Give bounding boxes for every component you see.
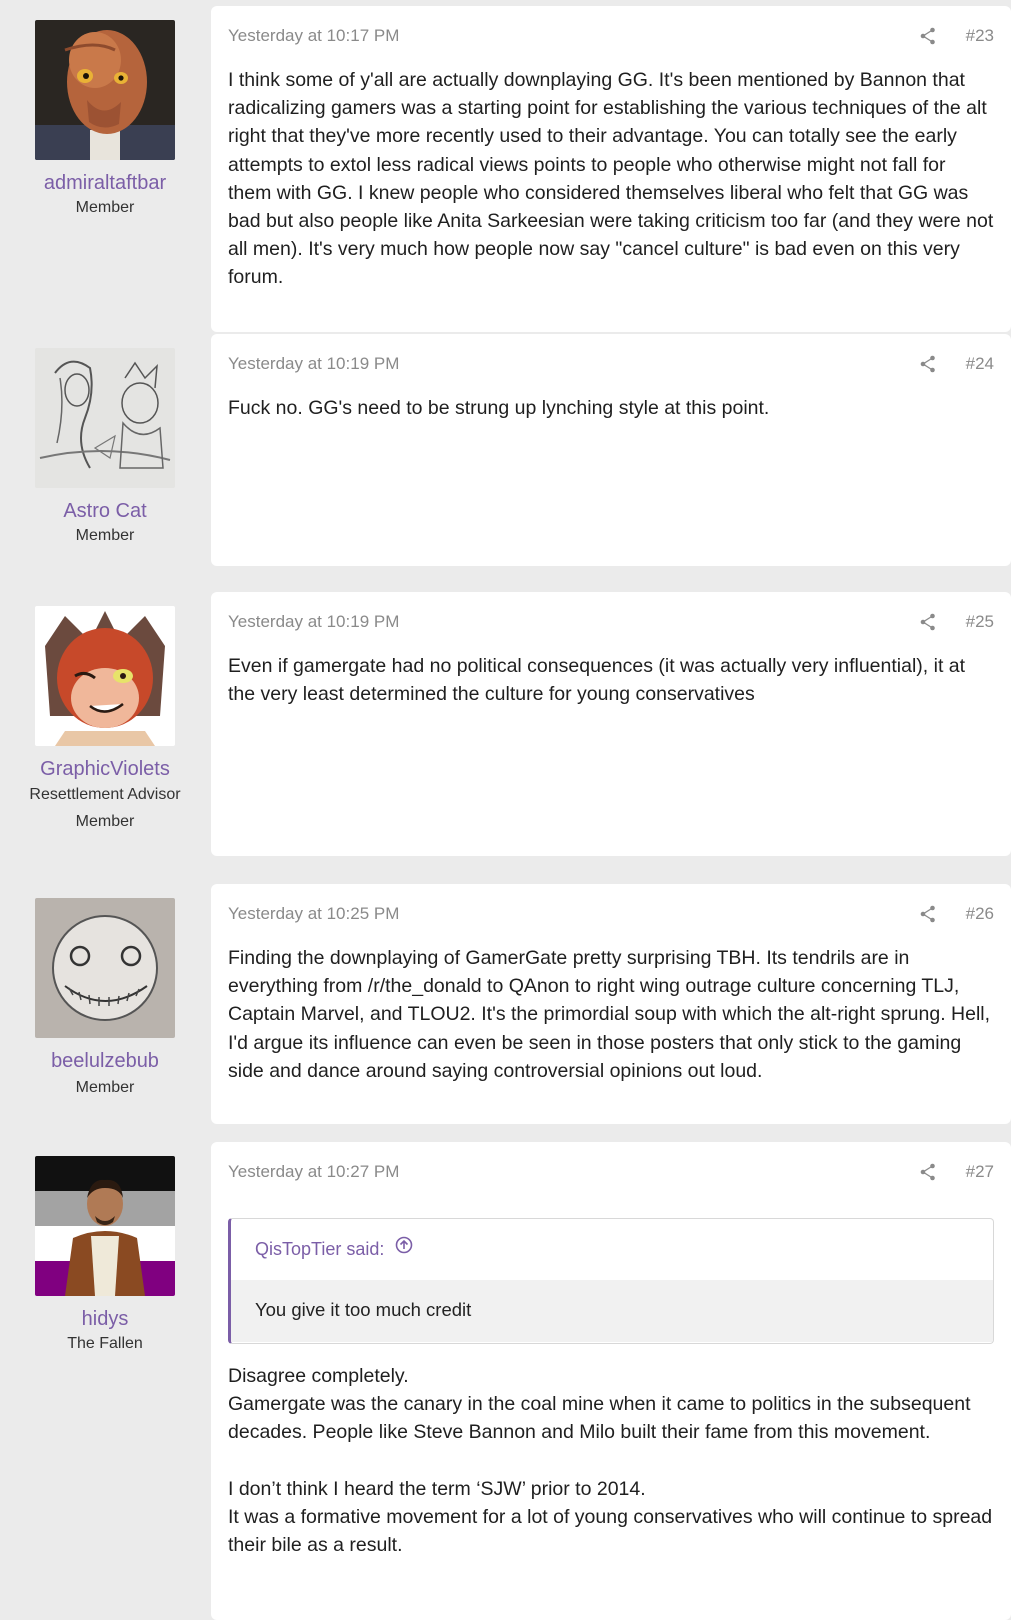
moon-face-avatar-icon	[35, 898, 175, 1038]
share-icon[interactable]	[920, 905, 936, 923]
quote-block: QisTopTier said: You give it too much cr…	[228, 1218, 994, 1344]
post-number-link[interactable]: #25	[966, 610, 994, 634]
share-icon[interactable]	[920, 613, 936, 631]
avatar[interactable]	[35, 1156, 175, 1296]
quote-header[interactable]: QisTopTier said:	[231, 1219, 993, 1280]
costumed-man-flag-avatar-icon	[35, 1156, 175, 1296]
quote-text: You give it too much credit	[231, 1280, 993, 1342]
post-timestamp[interactable]: Yesterday at 10:17 PM	[228, 24, 399, 48]
post-paragraph: Gamergate was the canary in the coal min…	[228, 1393, 971, 1444]
avatar[interactable]	[35, 898, 175, 1038]
post-paragraph: Fuck no. GG's need to be strung up lynch…	[228, 397, 770, 419]
post-number-link[interactable]: #24	[966, 352, 994, 376]
post-meta: Yesterday at 10:27 PM #27	[228, 1160, 994, 1184]
post-timestamp[interactable]: Yesterday at 10:19 PM	[228, 352, 399, 376]
post-number-link[interactable]: #23	[966, 24, 994, 48]
user-role: Member	[75, 199, 135, 216]
post-card: Yesterday at 10:19 PM #24 Fuck no. GG's …	[211, 334, 1011, 566]
user-title: Resettlement Advisor	[29, 786, 181, 803]
post-card: Yesterday at 10:25 PM #26 Finding the do…	[211, 884, 1011, 1124]
post-meta: Yesterday at 10:19 PM #24	[228, 352, 994, 376]
post-number-link[interactable]: #26	[966, 902, 994, 926]
username-link[interactable]: GraphicViolets	[0, 757, 210, 781]
alien-admiral-avatar-icon	[35, 20, 175, 160]
user-role: Member	[75, 813, 135, 830]
user-title: The Fallen	[67, 1335, 143, 1352]
user-role: Member	[75, 527, 135, 544]
post-number-link[interactable]: #27	[966, 1160, 994, 1184]
quote-author[interactable]: QisTopTier said:	[255, 1239, 384, 1259]
username-link[interactable]: admiraltaftbar	[0, 171, 210, 195]
cartoon-cat-avatar-icon	[35, 606, 175, 746]
post-paragraph: It was a formative movement for a lot of…	[228, 1506, 993, 1557]
post-meta: Yesterday at 10:19 PM #25	[228, 610, 994, 634]
post-paragraph: Finding the downplaying of GamerGate pre…	[228, 947, 991, 1082]
post-card: Yesterday at 10:27 PM #27 QisTopTier sai…	[211, 1142, 1011, 1620]
post-paragraph: Even if gamergate had no political conse…	[228, 655, 966, 706]
share-icon[interactable]	[920, 1163, 936, 1181]
post-card: Yesterday at 10:17 PM #23 I think some o…	[211, 6, 1011, 332]
post-timestamp[interactable]: Yesterday at 10:27 PM	[228, 1160, 399, 1184]
post-body: Disagree completely. Gamergate was the c…	[228, 1362, 994, 1559]
username-link[interactable]: beelulzebub	[0, 1049, 210, 1073]
post-meta: Yesterday at 10:17 PM #23	[228, 24, 994, 48]
post-body: Even if gamergate had no political conse…	[228, 652, 994, 708]
share-icon[interactable]	[920, 27, 936, 45]
post-card: Yesterday at 10:19 PM #25 Even if gamerg…	[211, 592, 1011, 856]
post-meta: Yesterday at 10:25 PM #26	[228, 902, 994, 926]
go-to-quote-icon[interactable]	[395, 1219, 413, 1279]
avatar[interactable]	[35, 606, 175, 746]
post-paragraph: Disagree completely.	[228, 1365, 409, 1387]
avatar[interactable]	[35, 20, 175, 160]
pencil-sketch-avatar-icon	[35, 348, 175, 488]
post-paragraph: I don’t think I heard the term ‘SJW’ pri…	[228, 1477, 646, 1500]
post-body: I think some of y'all are actually downp…	[228, 66, 994, 292]
post-paragraph-blank	[228, 1447, 994, 1475]
username-link[interactable]: hidys	[0, 1307, 210, 1331]
username-link[interactable]: Astro Cat	[0, 499, 210, 523]
post-body: Fuck no. GG's need to be strung up lynch…	[228, 394, 994, 422]
share-icon[interactable]	[920, 355, 936, 373]
post-paragraph: I think some of y'all are actually downp…	[228, 69, 994, 289]
post-timestamp[interactable]: Yesterday at 10:19 PM	[228, 610, 399, 634]
user-role: Member	[75, 1079, 135, 1096]
post-timestamp[interactable]: Yesterday at 10:25 PM	[228, 902, 399, 926]
post-body: Finding the downplaying of GamerGate pre…	[228, 944, 994, 1085]
avatar[interactable]	[35, 348, 175, 488]
